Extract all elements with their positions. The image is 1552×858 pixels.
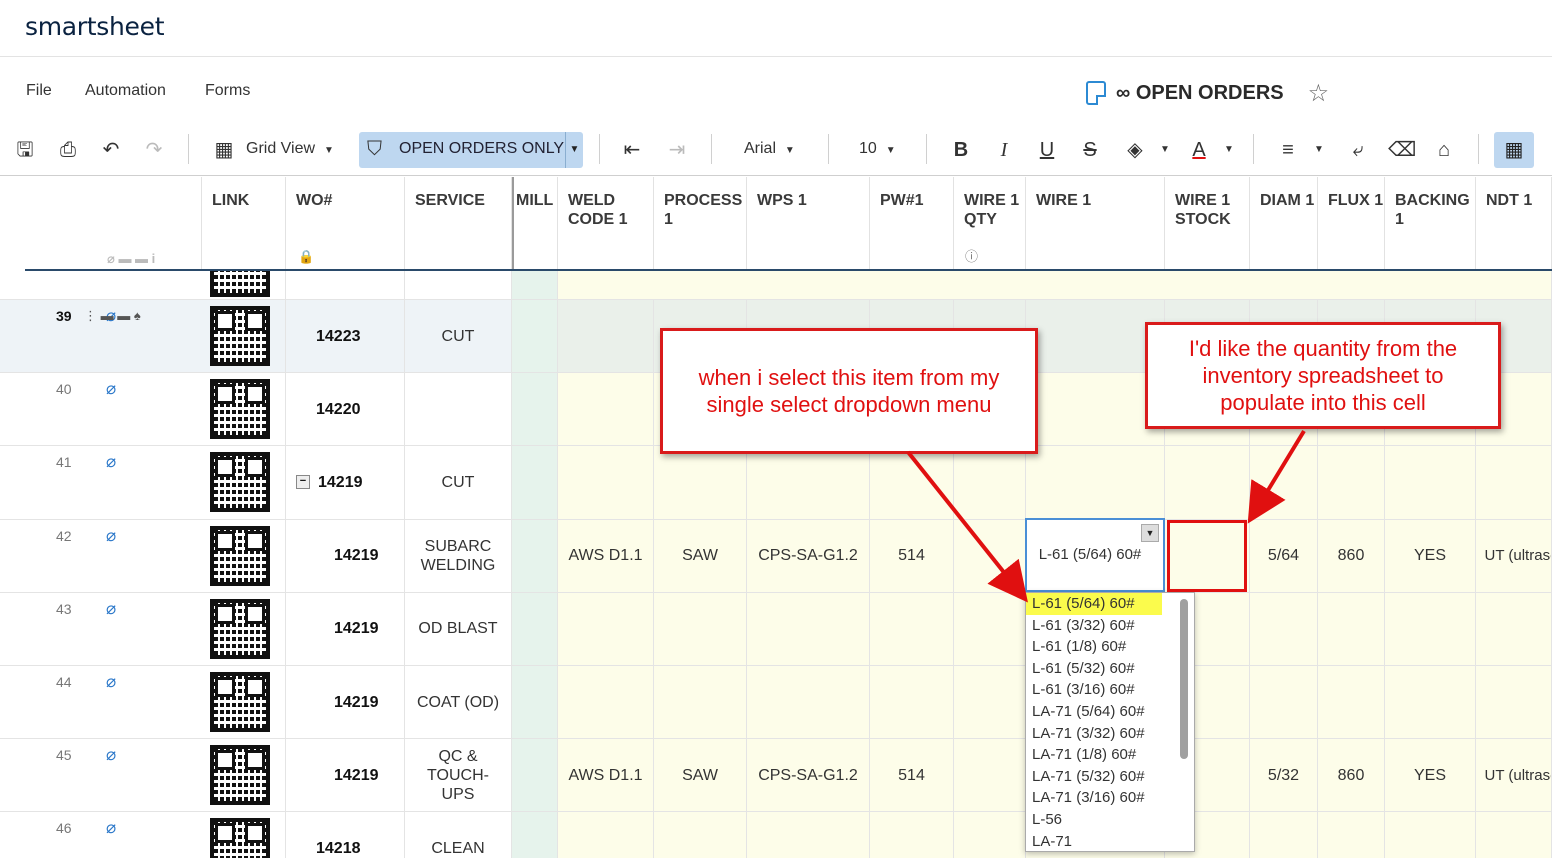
arrow-to-stock-cell bbox=[1247, 429, 1306, 524]
arrow-to-dropdown bbox=[906, 450, 1028, 603]
annotation-arrows bbox=[906, 429, 1306, 603]
